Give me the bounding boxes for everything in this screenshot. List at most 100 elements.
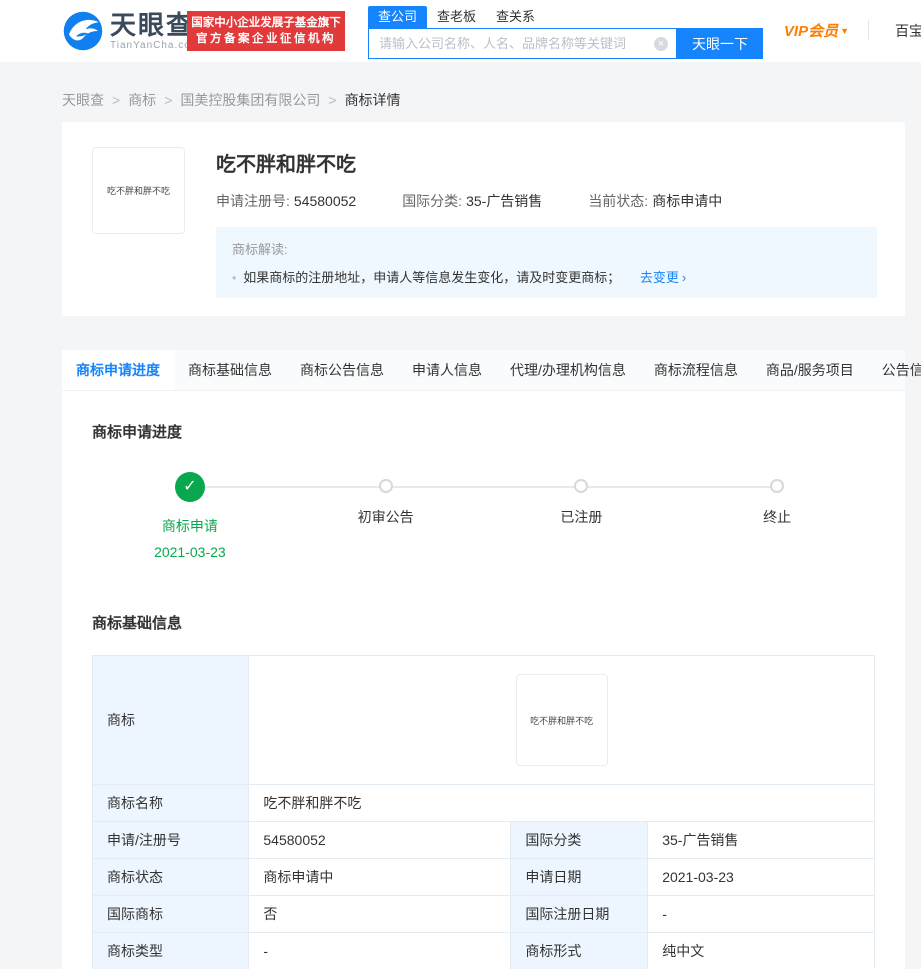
todo-circle-icon (770, 479, 784, 493)
meta-label: 国际分类: (402, 193, 462, 209)
search-tab-0[interactable]: 查公司 (368, 6, 427, 28)
breadcrumb-link[interactable]: 国美控股集团有限公司 (180, 92, 320, 108)
progress-step-3: 终止 (679, 472, 875, 560)
detail-tabs: 商标申请进度商标基础信息商标公告信息申请人信息代理/办理机构信息商标流程信息商品… (62, 350, 905, 391)
step-label: 已注册 (484, 507, 680, 527)
clear-icon[interactable]: × (654, 37, 668, 51)
search-tab-2[interactable]: 查关系 (486, 6, 545, 28)
trademark-note-box: 商标解读: • 如果商标的注册地址，申请人等信息发生变化，请及时变更商标； 去变更… (216, 227, 877, 298)
search-button[interactable]: 天眼一下 (677, 28, 763, 59)
breadcrumb-current: 商标详情 (345, 92, 401, 108)
header-search: 查公司查老板查关系 × 天眼一下 (368, 6, 763, 59)
vip-label: VIP会员 (784, 23, 838, 40)
table-row: 商标 吃不胖和胖不吃 (93, 656, 875, 785)
breadcrumb-link[interactable]: 天眼查 (62, 92, 104, 108)
info-label-cell: 申请/注册号 (93, 822, 249, 859)
info-value-cell: 商标申请中 (249, 859, 511, 896)
meta-item-1: 国际分类:35-广告销售 (402, 193, 542, 209)
table-row: 商标名称吃不胖和胖不吃 (93, 785, 875, 822)
trademark-head-card: 吃不胖和胖不吃 吃不胖和胖不吃 申请注册号:54580052 国际分类:35-广告… (62, 122, 905, 316)
info-label-cell: 国际注册日期 (511, 896, 648, 933)
info-value-cell: 否 (249, 896, 511, 933)
meta-value: 35-广告销售 (466, 193, 542, 209)
breadcrumb-separator: > (164, 92, 172, 108)
info-label-cell: 商标形式 (511, 933, 648, 969)
tab-0[interactable]: 商标申请进度 (62, 350, 174, 390)
info-label-cell: 国际商标 (93, 896, 249, 933)
progress-wrap: ✓ 商标申请 2021-03-23 初审公告已注册终止 (92, 472, 875, 582)
tab-7[interactable]: 公告信息 (868, 350, 921, 390)
table-row: 商标类型-商标形式纯中文 (93, 933, 875, 969)
note-text: 如果商标的注册地址，申请人等信息发生变化，请及时变更商标； (243, 270, 620, 285)
info-trademark-image-cell: 吃不胖和胖不吃 (249, 656, 875, 785)
search-input[interactable] (369, 29, 676, 58)
badge-line2: 官方备案企业征信机构 (196, 31, 336, 47)
trademark-image: 吃不胖和胖不吃 (516, 674, 608, 766)
info-value-cell: 2021-03-23 (648, 859, 875, 896)
tianyancha-logo-icon (62, 10, 104, 52)
info-label-cell: 商标状态 (93, 859, 249, 896)
step-label: 商标申请 (92, 516, 288, 536)
progress-step-0: ✓ 商标申请 2021-03-23 (92, 472, 288, 560)
chevron-down-icon: ▼ (840, 26, 849, 36)
info-label-cell: 商标类型 (93, 933, 249, 969)
badge-line1: 国家中小企业发展子基金旗下 (191, 15, 341, 31)
chevron-right-icon: › (682, 270, 686, 285)
basic-info-table: 商标吃不胖和胖不吃商标名称吃不胖和胖不吃申请/注册号54580052国际分类35… (92, 655, 875, 969)
meta-item-0: 申请注册号:54580052 (216, 193, 356, 209)
tab-5[interactable]: 商标流程信息 (640, 350, 752, 390)
progress-steps: ✓ 商标申请 2021-03-23 初审公告已注册终止 (92, 472, 875, 560)
page-title: 吃不胖和胖不吃 (216, 148, 877, 177)
info-label-cell: 申请日期 (511, 859, 648, 896)
basic-info-tbody: 商标吃不胖和胖不吃商标名称吃不胖和胖不吃申请/注册号54580052国际分类35… (93, 656, 875, 969)
trademark-meta: 申请注册号:54580052 国际分类:35-广告销售 当前状态:商标申请中 (216, 191, 877, 211)
trademark-image-text: 吃不胖和胖不吃 (107, 184, 170, 197)
info-value-cell: - (648, 896, 875, 933)
detail-body: 商标申请进度 ✓ 商标申请 2021-03-23 初审公告已注册终止 商标基础信息 商… (62, 391, 905, 969)
certification-badge: 国家中小企业发展子基金旗下 官方备案企业征信机构 (187, 11, 345, 51)
tab-2[interactable]: 商标公告信息 (286, 350, 398, 390)
step-label: 初审公告 (288, 507, 484, 527)
step-date: 2021-03-23 (92, 544, 288, 560)
info-label-cell: 国际分类 (511, 822, 648, 859)
breadcrumb: 天眼查 > 商标 > 国美控股集团有限公司 > 商标详情 (0, 62, 921, 122)
header-divider (868, 20, 869, 40)
info-value-cell: 35-广告销售 (648, 822, 875, 859)
treasure-box-link[interactable]: 百宝 (895, 21, 921, 41)
search-tabs: 查公司查老板查关系 (368, 6, 763, 28)
check-circle-icon: ✓ (175, 472, 205, 502)
trademark-detail-card: 商标申请进度商标基础信息商标公告信息申请人信息代理/办理机构信息商标流程信息商品… (62, 350, 905, 969)
todo-circle-icon (574, 479, 588, 493)
breadcrumb-separator: > (112, 92, 120, 108)
table-row: 商标状态商标申请中申请日期2021-03-23 (93, 859, 875, 896)
breadcrumb-separator: > (328, 92, 336, 108)
trademark-image: 吃不胖和胖不吃 (92, 147, 185, 234)
trademark-main: 吃不胖和胖不吃 申请注册号:54580052国际分类:35-广告销售当前状态:商… (216, 148, 877, 298)
meta-value: 商标申请中 (652, 193, 722, 209)
basic-info-section-title: 商标基础信息 (92, 582, 875, 633)
search-tab-1[interactable]: 查老板 (427, 6, 486, 28)
tab-6[interactable]: 商品/服务项目 (752, 350, 868, 390)
meta-label: 当前状态: (588, 193, 648, 209)
table-row: 国际商标否国际注册日期- (93, 896, 875, 933)
info-value-cell: 吃不胖和胖不吃 (249, 785, 875, 822)
info-value-cell: - (249, 933, 511, 969)
meta-value: 54580052 (294, 193, 356, 209)
info-label-cell: 商标 (93, 656, 249, 785)
trademark-image-text: 吃不胖和胖不吃 (530, 714, 593, 727)
progress-section-title: 商标申请进度 (92, 391, 875, 442)
site-header: 天眼查 TianYanCha.com 国家中小企业发展子基金旗下 官方备案企业征… (0, 0, 921, 62)
bullet-icon: • (232, 271, 236, 285)
site-logo[interactable]: 天眼查 TianYanCha.com (62, 10, 200, 52)
info-value-cell: 纯中文 (648, 933, 875, 969)
tab-3[interactable]: 申请人信息 (398, 350, 496, 390)
go-change-link[interactable]: 去变更› (640, 270, 686, 285)
tab-1[interactable]: 商标基础信息 (174, 350, 286, 390)
vip-member-link[interactable]: VIP会员▼ (784, 20, 849, 41)
note-title: 商标解读: (232, 239, 861, 258)
breadcrumb-link[interactable]: 商标 (128, 92, 156, 108)
search-row: × 天眼一下 (368, 28, 763, 59)
note-line: • 如果商标的注册地址，申请人等信息发生变化，请及时变更商标； 去变更› (232, 267, 861, 286)
info-value-cell: 54580052 (249, 822, 511, 859)
tab-4[interactable]: 代理/办理机构信息 (496, 350, 640, 390)
